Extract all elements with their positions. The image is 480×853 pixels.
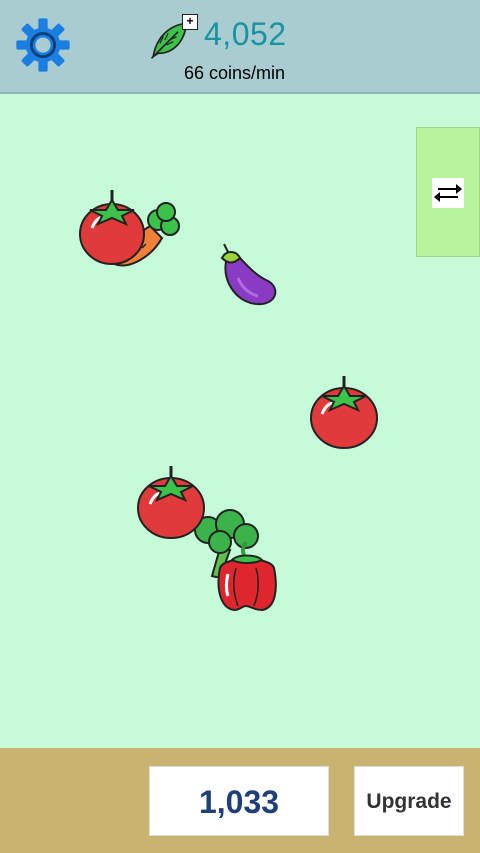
swap-arrows-icon[interactable] <box>432 178 464 208</box>
tomato-icon[interactable] <box>136 464 208 544</box>
eggplant-icon[interactable] <box>218 242 282 310</box>
upgrade-cost: 1,033 <box>149 766 329 836</box>
gear-icon[interactable] <box>14 16 72 74</box>
swap-panel[interactable] <box>416 127 480 257</box>
upgrade-button[interactable]: Upgrade <box>354 766 464 836</box>
plus-icon[interactable]: + <box>182 14 198 30</box>
garden-area[interactable] <box>0 94 480 748</box>
tomato-icon[interactable] <box>308 374 380 454</box>
coin-count: 4,052 <box>204 16 287 52</box>
tomato-icon[interactable] <box>78 188 150 268</box>
red-pepper-icon[interactable] <box>212 538 282 614</box>
top-bar: + 4,052 66 coins/min <box>0 0 480 94</box>
coin-rate: 66 coins/min <box>184 63 286 83</box>
